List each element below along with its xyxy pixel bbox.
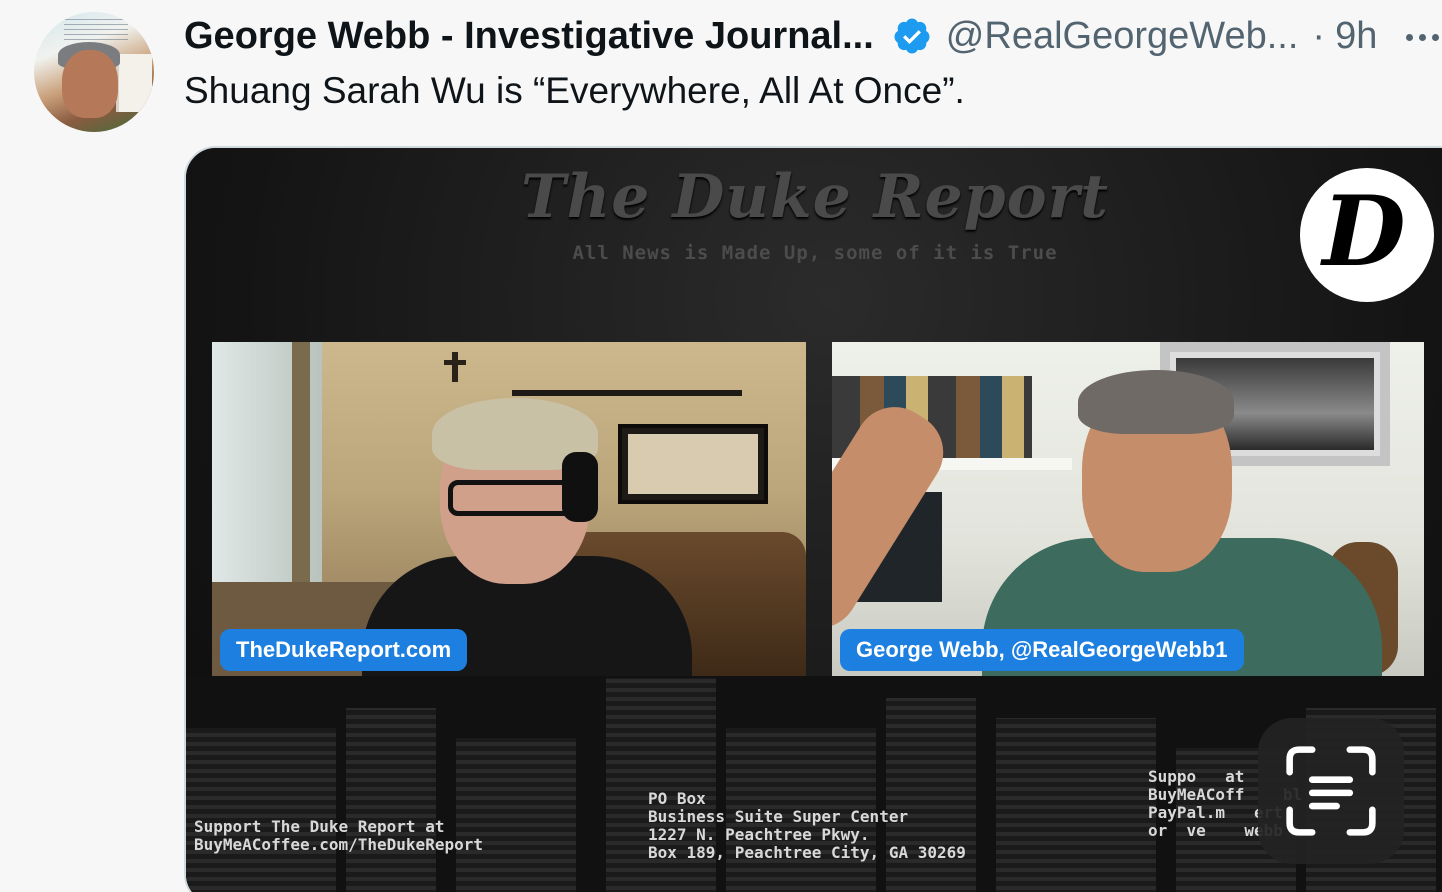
video-panel-right: George Webb, @RealGeorgeWebb1 [832, 342, 1424, 676]
left-name-label: TheDukeReport.com [220, 629, 468, 671]
tweet-timestamp[interactable]: 9h [1335, 15, 1377, 58]
more-options-icon[interactable] [1406, 34, 1442, 44]
headphones [562, 452, 598, 522]
text-scan-icon[interactable] [1258, 718, 1404, 864]
logo-letter: D [1322, 175, 1406, 288]
show-title: The Duke Report [521, 162, 1109, 232]
verified-badge-icon[interactable] [892, 16, 932, 56]
wall-cross [444, 352, 466, 382]
header-separator: · [1312, 14, 1326, 57]
wall-picture [618, 424, 768, 504]
tweet-media[interactable]: The Duke Report All News is Made Up, som… [184, 146, 1442, 892]
right-name-label: George Webb, @RealGeorgeWebb1 [840, 629, 1244, 671]
video-panel-left: TheDukeReport.com [212, 342, 806, 676]
tweet-header: George Webb - Investigative Journal... @… [184, 14, 1377, 58]
footer-address-text: PO Box Business Suite Super Center 1227 … [648, 789, 966, 862]
author-name[interactable]: George Webb - Investigative Journal... [184, 15, 874, 58]
duke-report-logo: D [1300, 168, 1434, 302]
footer-support-text: Support The Duke Report at BuyMeACoffee.… [194, 817, 483, 854]
author-handle[interactable]: @RealGeorgeWeb... [946, 15, 1299, 58]
show-tagline: All News is Made Up, some of it is True [572, 242, 1058, 264]
tweet-text: Shuang Sarah Wu is “Everywhere, All At O… [184, 70, 965, 111]
author-avatar[interactable] [34, 12, 154, 132]
